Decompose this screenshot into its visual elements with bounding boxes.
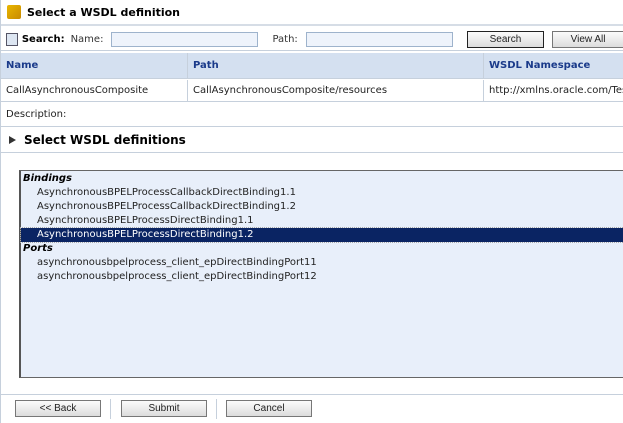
divider	[216, 399, 217, 419]
group-bindings: Bindings	[23, 173, 72, 184]
expand-triangle-icon[interactable]	[9, 136, 16, 144]
column-wsdl-namespace[interactable]: WSDL Namespace	[484, 53, 623, 78]
list-item[interactable]: asynchronousbpelprocess_client_epDirectB…	[21, 256, 623, 270]
path-input[interactable]	[305, 31, 453, 47]
cell-path: CallAsynchronousComposite/resources	[188, 80, 484, 101]
search-label: Search:	[21, 33, 65, 45]
list-item[interactable]: AsynchronousBPELProcessCallbackDirectBin…	[21, 200, 623, 214]
group-ports: Ports	[23, 243, 53, 254]
list-item[interactable]: AsynchronousBPELProcessDirectBinding1.1	[21, 214, 623, 228]
list-item[interactable]: asynchronousbpelprocess_client_epDirectB…	[21, 270, 623, 284]
search-button[interactable]: Search	[466, 30, 545, 48]
cancel-button[interactable]: Cancel	[226, 400, 312, 417]
cell-name: CallAsynchronousComposite	[1, 80, 188, 101]
list-item-selected[interactable]: AsynchronousBPELProcessDirectBinding1.2	[20, 227, 623, 243]
view-all-button[interactable]: View All	[552, 30, 623, 48]
table-header: Name Path WSDL Namespace	[1, 53, 623, 79]
wsdl-definitions-listbox[interactable]: Bindings AsynchronousBPELProcessCallback…	[19, 170, 623, 378]
back-button[interactable]: << Back	[15, 400, 101, 417]
column-name[interactable]: Name	[1, 53, 188, 78]
submit-button[interactable]: Submit	[121, 400, 207, 417]
path-label: Path:	[272, 33, 298, 45]
description-label: Description:	[1, 103, 623, 127]
table-row[interactable]: CallAsynchronousComposite CallAsynchrono…	[1, 80, 623, 102]
dialog-title: Select a WSDL definition	[1, 0, 623, 26]
wsdl-icon	[7, 5, 21, 19]
name-input[interactable]	[111, 31, 259, 47]
divider	[110, 399, 111, 419]
cell-namespace: http://xmlns.oracle.com/Test	[489, 85, 623, 96]
list-item[interactable]: AsynchronousBPELProcessCallbackDirectBin…	[21, 186, 623, 200]
section-header[interactable]: Select WSDL definitions	[1, 128, 623, 153]
footer-divider	[1, 394, 623, 395]
search-icon	[6, 32, 18, 46]
column-path[interactable]: Path	[188, 53, 484, 78]
name-label: Name:	[70, 33, 104, 45]
section-title: Select WSDL definitions	[24, 133, 186, 147]
title-text: Select a WSDL definition	[27, 5, 181, 19]
search-bar: Search: Name: Path: Search View All	[1, 28, 623, 51]
